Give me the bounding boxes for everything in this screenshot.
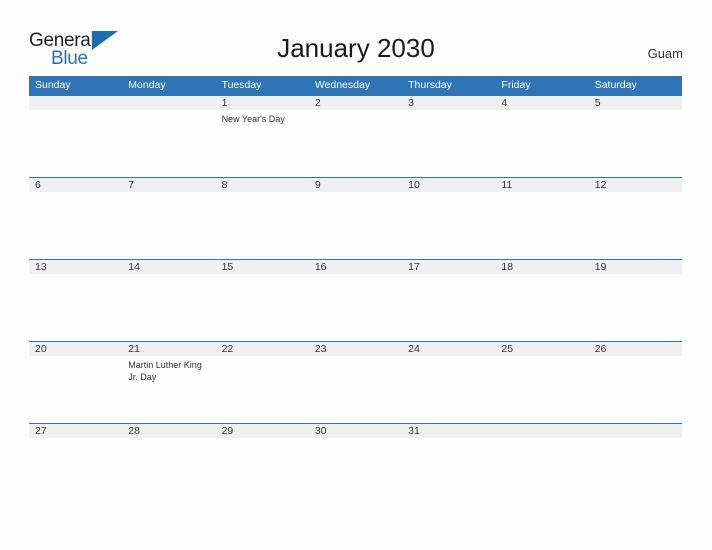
day-cell[interactable]: 12 [589, 178, 682, 259]
day-cell[interactable]: 18 [495, 260, 588, 341]
day-cell[interactable]: 21 Martin Luther King Jr. Day [122, 342, 215, 423]
weekday-header-saturday: Saturday [594, 79, 637, 91]
day-number: 14 [128, 261, 140, 273]
day-number: 6 [35, 179, 41, 191]
day-cell[interactable]: 7 [122, 178, 215, 259]
day-cell[interactable]: 5 [589, 96, 682, 177]
calendar-week-row: 13 14 15 16 17 18 19 [29, 259, 682, 341]
day-event: Martin Luther King Jr. Day [128, 360, 202, 382]
calendar-page: General Blue January 2030 Guam Sunday Mo… [0, 0, 712, 550]
day-number: 31 [408, 425, 420, 437]
day-number: 12 [594, 179, 607, 191]
day-number: 27 [35, 425, 47, 437]
day-cell[interactable]: 25 [495, 342, 588, 423]
weekday-header-tuesday: Tuesday [221, 79, 262, 91]
location-label: Guam [647, 46, 683, 61]
day-number: 22 [221, 343, 234, 355]
calendar-week-row: 6 7 8 9 10 11 12 [29, 177, 682, 259]
calendar-grid: Sunday Monday Tuesday Wednesday Thursday… [29, 76, 682, 505]
day-cell[interactable]: 27 [29, 424, 122, 505]
day-number: 7 [128, 179, 135, 191]
day-number: 3 [408, 97, 414, 109]
day-number: 20 [35, 343, 47, 355]
day-number: 1 [221, 97, 228, 109]
day-cell[interactable]: 15 [216, 260, 309, 341]
weekday-header-monday: Monday [128, 79, 166, 91]
day-number: 25 [501, 343, 514, 355]
weekday-header-thursday: Thursday [408, 79, 452, 91]
day-cell[interactable]: 1 New Year's Day [216, 96, 309, 177]
page-header: General Blue January 2030 Guam [0, 0, 712, 76]
day-number: 21 [128, 343, 140, 355]
day-number: 8 [221, 179, 228, 191]
day-cell[interactable]: 10 [402, 178, 495, 259]
day-number: 10 [408, 179, 420, 191]
day-number: 19 [594, 261, 607, 273]
day-cell[interactable]: 17 [402, 260, 495, 341]
day-cell[interactable]: 6 [29, 178, 122, 259]
day-number: 23 [314, 343, 327, 355]
day-cell[interactable]: 8 [216, 178, 309, 259]
day-cell[interactable]: 24 [402, 342, 495, 423]
day-cell[interactable]: 16 [309, 260, 402, 341]
day-number: 29 [221, 425, 234, 437]
day-number: 16 [314, 261, 327, 273]
day-cell[interactable]: 22 [216, 342, 309, 423]
day-cell[interactable]: 11 [495, 178, 588, 259]
day-cell[interactable] [495, 424, 588, 505]
weekday-header-friday: Friday [501, 79, 531, 91]
calendar-week-row: 27 28 29 30 31 [29, 423, 682, 505]
day-number: 2 [314, 97, 321, 109]
day-number: 15 [221, 261, 234, 273]
day-cell[interactable]: 31 [402, 424, 495, 505]
day-cell[interactable]: 19 [589, 260, 682, 341]
day-cell[interactable]: 30 [309, 424, 402, 505]
day-cell[interactable]: 2 [309, 96, 402, 177]
day-number: 28 [128, 425, 140, 437]
day-number: 9 [314, 179, 321, 191]
day-cell[interactable] [122, 96, 215, 177]
day-cell[interactable]: 26 [589, 342, 682, 423]
day-cell[interactable]: 14 [122, 260, 215, 341]
weekday-header-row: Sunday Monday Tuesday Wednesday Thursday… [29, 76, 682, 95]
day-number: 17 [408, 261, 420, 273]
day-number: 4 [501, 97, 508, 109]
day-cell[interactable]: 3 [402, 96, 495, 177]
day-cell[interactable]: 23 [309, 342, 402, 423]
day-number: 5 [594, 97, 601, 109]
day-cell[interactable] [589, 424, 682, 505]
day-number: 30 [314, 425, 327, 437]
calendar-week-row: 20 21 Martin Luther King Jr. Day 22 23 2… [29, 341, 682, 423]
day-cell[interactable]: 4 [495, 96, 588, 177]
day-number: 11 [501, 179, 513, 191]
calendar-week-row: 1 New Year's Day 2 3 4 5 [29, 95, 682, 177]
day-cell[interactable]: 9 [309, 178, 402, 259]
weekday-header-sunday: Sunday [35, 79, 71, 91]
day-cell[interactable]: 20 [29, 342, 122, 423]
day-cell[interactable]: 28 [122, 424, 215, 505]
day-number: 18 [501, 261, 514, 273]
page-title: January 2030 [277, 33, 435, 63]
day-cell[interactable] [29, 96, 122, 177]
weekday-header-wednesday: Wednesday [314, 79, 371, 91]
day-cell[interactable]: 13 [29, 260, 122, 341]
day-number: 24 [408, 343, 420, 355]
day-event: New Year's Day [221, 114, 285, 124]
day-number: 26 [594, 343, 607, 355]
day-cell[interactable]: 29 [216, 424, 309, 505]
day-number: 13 [35, 261, 47, 273]
